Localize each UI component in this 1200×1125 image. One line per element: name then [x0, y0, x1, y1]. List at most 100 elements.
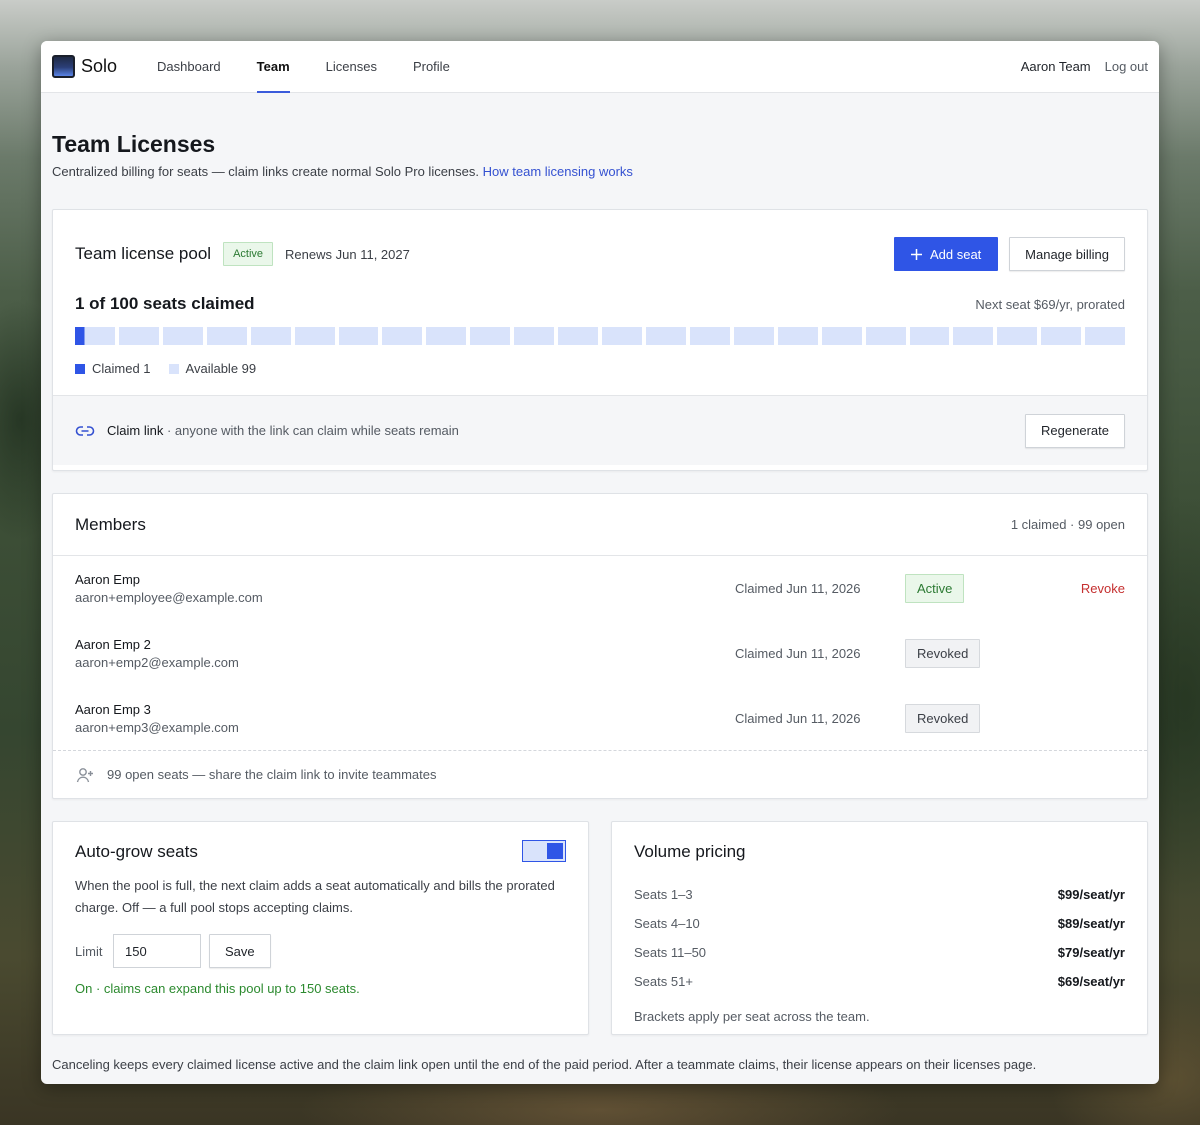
legend-claimed: Claimed 1 — [75, 361, 151, 376]
claim-link-text: Claim link · anyone with the link can cl… — [107, 423, 459, 438]
seat-legend: Claimed 1 Available 99 — [53, 345, 1147, 376]
seat-usage-bar — [53, 314, 1147, 345]
logout-link[interactable]: Log out — [1105, 59, 1148, 74]
top-nav: Solo Dashboard Team Licenses Profile Aar… — [41, 41, 1159, 93]
pool-header: Team license pool Active Renews Jun 11, … — [53, 210, 1147, 280]
seat-bar-segment — [602, 327, 642, 345]
seat-bar-segment — [75, 327, 115, 345]
auto-grow-description: When the pool is full, the next claim ad… — [75, 878, 555, 915]
seat-bar-segment — [733, 327, 774, 345]
auto-grow-toggle[interactable] — [522, 840, 566, 862]
page-subtitle: Centralized billing for seats — claim li… — [52, 164, 1148, 179]
seat-bar-segment — [953, 327, 994, 345]
legend-claimed-label: Claimed 1 — [92, 361, 151, 376]
seat-bar-segment — [558, 327, 599, 345]
members-title: Members — [75, 514, 146, 534]
member-email: aaron+employee@example.com — [75, 590, 263, 605]
claimed-swatch — [75, 363, 85, 374]
open-seats-footer: 99 open seats — share the claim link to … — [53, 750, 1147, 798]
member-info: Aaron Emp aaron+employee@example.com — [75, 572, 735, 605]
nav-link-dashboard[interactable]: Dashboard — [139, 41, 239, 93]
solo-logo-icon — [52, 55, 75, 78]
member-claimed-date: Claimed Jun 11, 2026 — [735, 646, 861, 661]
member-row: Aaron Emp 3 aaron+emp3@example.com Claim… — [53, 686, 1147, 751]
nav-link-profile[interactable]: Profile — [395, 41, 468, 93]
member-email: aaron+emp3@example.com — [75, 720, 239, 735]
members-header: Members 1 claimed · 99 open — [53, 494, 1147, 556]
legend-available-label: Available 99 — [185, 361, 257, 376]
nav-link-licenses[interactable]: Licenses — [308, 41, 395, 93]
limit-label: Limit — [75, 943, 103, 959]
next-seat-price: Next seat $69/yr, prorated — [975, 297, 1125, 312]
bracket-label: Seats 11–50 — [634, 945, 707, 960]
seat-bar-segment — [338, 327, 379, 345]
member-name: Aaron Emp — [75, 572, 141, 587]
seat-bar-segment — [470, 327, 511, 345]
member-row: Aaron Emp 2 aaron+emp2@example.com Claim… — [53, 621, 1147, 686]
page-title: Team Licenses — [52, 131, 216, 157]
seat-bar-segment — [865, 327, 906, 345]
member-info: Aaron Emp 3 aaron+emp3@example.com — [75, 702, 735, 735]
renewal-date: Renews Jun 11, 2027 — [285, 246, 410, 262]
seat-bar-segment — [1041, 327, 1082, 345]
bracket-label: Seats 1–3 — [634, 887, 693, 902]
save-limit-button[interactable]: Save — [209, 934, 271, 968]
app-window: Solo Dashboard Team Licenses Profile Aar… — [41, 41, 1159, 1084]
price-row: Seats 11–50 $79/seat/yr — [634, 938, 1125, 967]
seat-bar-segment — [909, 327, 950, 345]
member-name: Aaron Emp 3 — [75, 702, 151, 717]
seats-claimed-title: 1 of 100 seats claimed — [75, 294, 255, 313]
main-content: Team Licenses Centralized billing for se… — [41, 131, 1159, 1072]
member-claimed-date: Claimed Jun 11, 2026 — [735, 581, 861, 596]
seats-summary: 1 of 100 seats claimed Next seat $69/yr,… — [53, 280, 1147, 314]
seat-bar-segment — [1085, 327, 1126, 345]
seat-bar-segment — [382, 327, 423, 345]
license-pool-card: Team license pool Active Renews Jun 11, … — [52, 209, 1148, 471]
seat-bar-segment — [206, 327, 247, 345]
plus-icon — [910, 248, 922, 260]
pool-title: Team license pool — [75, 244, 212, 263]
claim-link-description: · anyone with the link can claim while s… — [163, 423, 459, 438]
seat-bar-segment — [294, 327, 335, 345]
cancellation-note: Canceling keeps every claimed license ac… — [52, 1057, 1037, 1072]
bracket-label: Seats 51+ — [634, 974, 693, 989]
member-name: Aaron Emp 2 — [75, 637, 151, 652]
legend-available: Available 99 — [168, 361, 257, 376]
seat-bar-segment — [250, 327, 291, 345]
add-person-icon — [75, 765, 95, 785]
limit-row: Limit Save — [75, 934, 566, 968]
seat-bar-segment — [777, 327, 818, 345]
help-link[interactable]: How team licensing works — [483, 164, 633, 179]
add-seat-label: Add seat — [929, 246, 982, 262]
price-row: Seats 1–3 $99/seat/yr — [634, 880, 1125, 909]
member-status-badge: Revoked — [905, 704, 981, 733]
open-seats-text: 99 open seats — share the claim link to … — [107, 767, 437, 782]
available-swatch — [168, 363, 179, 374]
seat-bar-segment — [162, 327, 203, 345]
manage-billing-button[interactable]: Manage billing — [1009, 237, 1125, 271]
brand[interactable]: Solo — [52, 55, 117, 78]
price-row: Seats 4–10 $89/seat/yr — [634, 909, 1125, 938]
volume-pricing-card: Volume pricing Seats 1–3 $99/seat/yr Seat… — [611, 821, 1148, 1035]
nav-account: Aaron Team Log out — [1021, 59, 1148, 74]
member-status-badge: Revoked — [905, 639, 981, 668]
page-subtitle-text: Centralized billing for seats — claim li… — [52, 164, 480, 179]
volume-pricing-note: Brackets apply per seat across the team. — [634, 1009, 870, 1024]
seat-bar-segment — [821, 327, 862, 345]
seat-bar-segment — [514, 327, 555, 345]
bracket-price: $99/seat/yr — [1057, 887, 1125, 902]
add-seat-button[interactable]: Add seat — [894, 237, 999, 271]
auto-grow-card: Auto-grow seats When the pool is full, t… — [52, 821, 589, 1035]
revoke-button[interactable]: Revoke — [1081, 581, 1125, 596]
nav-link-team[interactable]: Team — [239, 41, 308, 93]
seat-bar-segment — [426, 327, 467, 345]
member-email: aaron+emp2@example.com — [75, 655, 239, 670]
price-row: Seats 51+ $69/seat/yr — [634, 967, 1125, 996]
member-info: Aaron Emp 2 aaron+emp2@example.com — [75, 637, 735, 670]
auto-grow-status: On · claims can expand this pool up to 1… — [75, 981, 360, 996]
seat-bar-segment — [997, 327, 1038, 345]
regenerate-button[interactable]: Regenerate — [1025, 413, 1125, 448]
bracket-price: $69/seat/yr — [1057, 974, 1125, 989]
limit-input[interactable] — [113, 934, 201, 968]
bracket-price: $79/seat/yr — [1057, 945, 1125, 960]
